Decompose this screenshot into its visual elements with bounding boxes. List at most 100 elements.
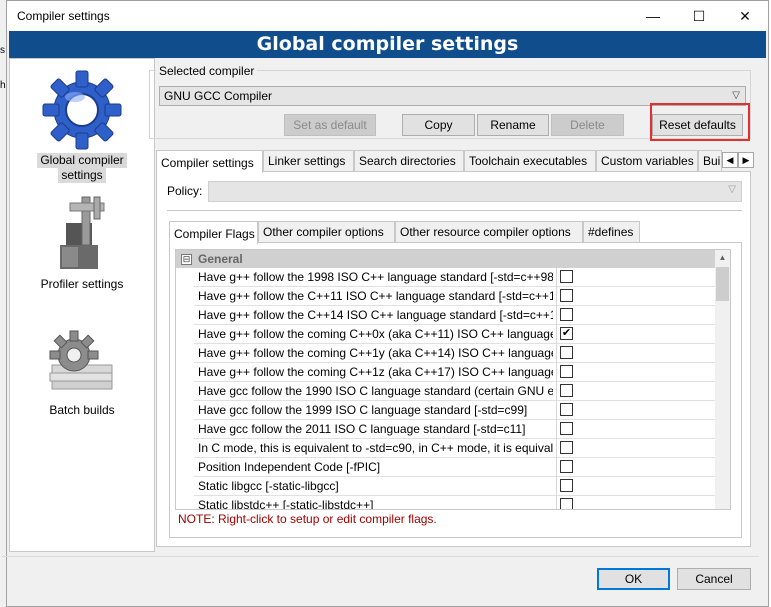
tab-build-options[interactable]: Bui xyxy=(698,150,722,171)
flag-label: Have g++ follow the C++14 ISO C++ langua… xyxy=(198,308,553,322)
sidebar-item-global-compiler[interactable]: Global compiler settings xyxy=(10,67,154,183)
tab-defines[interactable]: #defines xyxy=(583,221,640,242)
flag-checkbox[interactable] xyxy=(560,289,573,302)
flag-label: In C mode, this is equivalent to -std=c9… xyxy=(198,441,553,455)
settings-sidebar: Global compiler settings Profiler settin… xyxy=(9,58,155,552)
column-separator xyxy=(556,325,557,344)
flag-checkbox[interactable] xyxy=(560,422,573,435)
flag-checkbox[interactable] xyxy=(560,498,573,509)
flag-label: Have g++ follow the coming C++0x (aka C+… xyxy=(198,327,553,341)
delete-button[interactable]: Delete xyxy=(551,114,624,136)
flag-row[interactable]: In C mode, this is equivalent to -std=c9… xyxy=(194,439,717,458)
sidebar-item-label: Global compiler xyxy=(37,153,127,168)
column-separator xyxy=(556,344,557,363)
flag-label: Static libgcc [-static-libgcc] xyxy=(198,479,339,493)
gear-icon xyxy=(39,67,125,153)
ok-button[interactable]: OK xyxy=(597,568,670,590)
flag-row[interactable]: Have g++ follow the C++11 ISO C++ langua… xyxy=(194,287,717,306)
flag-row[interactable]: Have gcc follow the 1990 ISO C language … xyxy=(194,382,717,401)
maximize-button[interactable]: ☐ xyxy=(676,1,722,31)
page-title: Global compiler settings xyxy=(9,31,766,58)
flags-note: NOTE: Right-click to setup or edit compi… xyxy=(178,512,437,526)
scrollbar-thumb[interactable] xyxy=(716,267,729,301)
flag-checkbox[interactable] xyxy=(560,403,573,416)
tab-compiler-flags[interactable]: Compiler Flags xyxy=(169,221,258,244)
tab-scroll-right-icon[interactable]: ▶ xyxy=(738,152,754,168)
copy-button[interactable]: Copy xyxy=(402,114,475,136)
title-bar: Compiler settings — ☐ ✕ xyxy=(7,1,768,31)
column-separator xyxy=(556,477,557,496)
flag-label: Have gcc follow the 1999 ISO C language … xyxy=(198,403,528,417)
flag-label: Have gcc follow the 2011 ISO C language … xyxy=(198,422,526,436)
compiler-select-value: GNU GCC Compiler xyxy=(164,89,273,103)
column-separator xyxy=(556,306,557,325)
tab-search-directories[interactable]: Search directories xyxy=(354,150,464,171)
flag-row[interactable]: Have gcc follow the 1999 ISO C language … xyxy=(194,401,717,420)
flag-row[interactable]: Have g++ follow the coming C++1y (aka C+… xyxy=(194,344,717,363)
compiler-flags-list: ⊟ General Have g++ follow the 1998 ISO C+… xyxy=(175,249,731,510)
annotation-highlight-box xyxy=(650,103,750,141)
column-separator xyxy=(556,382,557,401)
flag-checkbox[interactable] xyxy=(560,308,573,321)
sidebar-item-profiler[interactable]: Profiler settings xyxy=(10,193,154,292)
flag-label: Have g++ follow the C++11 ISO C++ langua… xyxy=(198,289,553,303)
flag-checkbox[interactable] xyxy=(560,479,573,492)
tab-linker-settings[interactable]: Linker settings xyxy=(263,150,354,171)
flag-checkbox[interactable] xyxy=(560,441,573,454)
flag-label: Have g++ follow the coming C++1y (aka C+… xyxy=(198,346,553,360)
close-button[interactable]: ✕ xyxy=(722,1,768,31)
flag-checkbox[interactable] xyxy=(560,346,573,359)
policy-label: Policy: xyxy=(167,184,203,198)
flag-checkbox[interactable]: ✔ xyxy=(560,327,573,340)
column-separator xyxy=(556,439,557,458)
chevron-down-icon: ▽ xyxy=(728,184,736,195)
flag-checkbox[interactable] xyxy=(560,384,573,397)
flag-label: Have gcc follow the 1990 ISO C language … xyxy=(198,384,553,398)
column-separator xyxy=(556,363,557,382)
scroll-up-icon[interactable]: ▲ xyxy=(715,250,730,266)
minimize-button[interactable]: — xyxy=(630,1,676,31)
sidebar-item-label: Batch builds xyxy=(49,403,115,417)
flag-row[interactable]: Static libgcc [-static-libgcc] xyxy=(194,477,717,496)
category-label: General xyxy=(198,252,243,266)
flag-label: Position Independent Code [-fPIC] xyxy=(198,460,381,474)
flag-row[interactable]: Have gcc follow the 2011 ISO C language … xyxy=(194,420,717,439)
category-row-general[interactable]: ⊟ General xyxy=(176,250,717,268)
sidebar-item-label: settings xyxy=(58,168,106,183)
tab-toolchain-executables[interactable]: Toolchain executables xyxy=(464,150,596,171)
selected-compiler-label: Selected compiler xyxy=(156,64,258,78)
flag-row[interactable]: Have g++ follow the 1998 ISO C++ languag… xyxy=(194,268,717,287)
tab-other-compiler-options[interactable]: Other compiler options xyxy=(258,221,395,242)
flag-row[interactable]: Static libstdc++ [-static-libstdc++] xyxy=(194,496,717,509)
column-separator xyxy=(556,401,557,420)
set-as-default-button[interactable]: Set as default xyxy=(284,114,376,136)
column-separator xyxy=(556,496,557,509)
tab-compiler-settings[interactable]: Compiler settings xyxy=(156,150,263,173)
flag-checkbox[interactable] xyxy=(560,270,573,283)
flag-row[interactable]: Have g++ follow the coming C++0x (aka C+… xyxy=(194,325,717,344)
policy-select[interactable]: ▽ xyxy=(208,181,742,202)
background-text: s xyxy=(0,45,5,56)
column-separator xyxy=(556,458,557,477)
flag-checkbox[interactable] xyxy=(560,460,573,473)
flag-checkbox[interactable] xyxy=(560,365,573,378)
tab-custom-variables[interactable]: Custom variables xyxy=(596,150,698,171)
cancel-button[interactable]: Cancel xyxy=(677,568,751,590)
tab-other-resource-compiler-options[interactable]: Other resource compiler options xyxy=(395,221,583,242)
flag-row[interactable]: Have g++ follow the C++14 ISO C++ langua… xyxy=(194,306,717,325)
caliper-icon xyxy=(42,193,122,277)
column-separator xyxy=(556,268,557,287)
batch-gear-icon xyxy=(42,323,122,403)
divider xyxy=(2,556,759,557)
rename-button[interactable]: Rename xyxy=(477,114,549,136)
flag-row[interactable]: Position Independent Code [-fPIC] xyxy=(194,458,717,477)
tab-scroll-left-icon[interactable]: ◀ xyxy=(722,152,738,168)
column-separator xyxy=(556,420,557,439)
collapse-icon[interactable]: ⊟ xyxy=(181,254,192,266)
flag-row[interactable]: Have g++ follow the coming C++1z (aka C+… xyxy=(194,363,717,382)
sidebar-item-batch-builds[interactable]: Batch builds xyxy=(10,323,154,418)
flag-label: Have g++ follow the 1998 ISO C++ languag… xyxy=(198,270,553,284)
vertical-scrollbar[interactable]: ▲ xyxy=(715,250,730,509)
window-title: Compiler settings xyxy=(17,9,110,23)
sidebar-item-label: Profiler settings xyxy=(40,277,124,291)
